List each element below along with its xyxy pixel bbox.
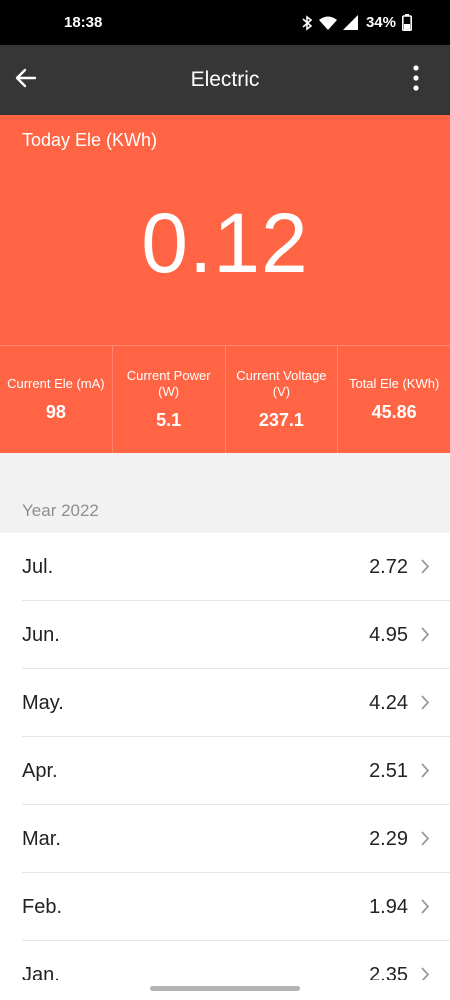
page-title: Electric (190, 68, 260, 91)
month-label: Feb. (22, 895, 63, 918)
chevron-right-icon (420, 830, 430, 852)
stat-value: 98 (45, 402, 66, 422)
stat-label: Total Ele (KWh) (348, 376, 440, 391)
today-energy-value: 0.12 (141, 196, 309, 290)
list-item-jun[interactable]: Jun. 4.95 (0, 601, 450, 669)
stat-current-ele: Current Ele (mA) 98 (0, 345, 113, 453)
stat-label: Current Ele (mA) (7, 376, 105, 391)
signal-icon (342, 15, 358, 30)
home-indicator[interactable] (150, 986, 300, 991)
month-label: Jun. (22, 623, 60, 646)
list-item-feb[interactable]: Feb. 1.94 (0, 873, 450, 941)
monthly-list: Jul. 2.72 Jun. 4.95 May. 4.24 Apr. 2.51 … (0, 533, 450, 1000)
month-label: Jul. (22, 555, 54, 578)
app-bar: Electric (0, 45, 450, 115)
status-icons: 34% (301, 14, 412, 31)
month-value: 4.95 (369, 623, 408, 646)
month-value: 1.94 (369, 895, 408, 918)
arrow-left-icon (14, 66, 38, 95)
chevron-right-icon (420, 762, 430, 784)
wifi-icon (318, 16, 337, 30)
more-options-button[interactable] (398, 62, 434, 98)
bluetooth-icon (301, 14, 313, 31)
year-label: Year 2022 (22, 501, 99, 520)
chevron-right-icon (420, 694, 430, 716)
chevron-right-icon (420, 898, 430, 920)
stat-current-voltage: Current Voltage (V) 237.1 (225, 345, 339, 453)
status-time: 18:38 (64, 14, 103, 31)
stats-grid: Current Ele (mA) 98 Current Power (W) 5.… (0, 345, 450, 453)
month-label: May. (22, 691, 64, 714)
month-label: Apr. (22, 759, 58, 782)
list-item-may[interactable]: May. 4.24 (0, 669, 450, 737)
list-item-mar[interactable]: Mar. 2.29 (0, 805, 450, 873)
status-bar: 18:38 34% (0, 0, 450, 45)
today-energy-panel: Today Ele (KWh) 0.12 (0, 115, 450, 345)
stat-total-ele: Total Ele (KWh) 45.86 (338, 345, 450, 453)
month-value: 2.51 (369, 759, 408, 782)
battery-icon (402, 14, 412, 31)
chevron-right-icon (420, 558, 430, 580)
list-item-apr[interactable]: Apr. 2.51 (0, 737, 450, 805)
stat-label: Current Voltage (V) (236, 368, 327, 399)
month-value: 2.29 (369, 827, 408, 850)
stat-value: 237.1 (258, 410, 304, 430)
more-vertical-icon (413, 64, 419, 96)
stat-value: 45.86 (371, 402, 417, 422)
month-label: Mar. (22, 827, 61, 850)
month-value: 4.24 (369, 691, 408, 714)
year-section-header: Year 2022 (0, 453, 450, 533)
stat-value: 5.1 (156, 410, 182, 430)
chevron-right-icon (420, 626, 430, 648)
month-value: 2.72 (369, 555, 408, 578)
list-item-jul[interactable]: Jul. 2.72 (0, 533, 450, 601)
stat-current-power: Current Power (W) 5.1 (112, 345, 226, 453)
back-button[interactable] (8, 62, 44, 98)
stat-label: Current Power (W) (126, 368, 211, 399)
today-energy-label: Today Ele (KWh) (22, 130, 158, 150)
battery-percentage: 34% (365, 14, 396, 31)
